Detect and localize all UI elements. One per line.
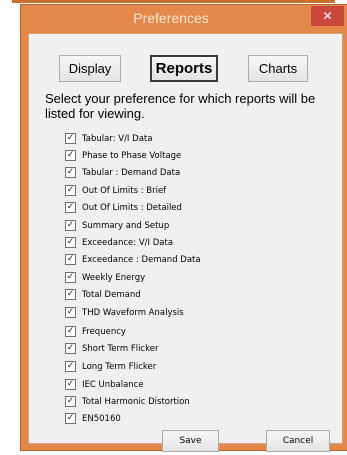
report-item-iec-unbalance[interactable]: ✓ IEC Unbalance — [65, 378, 305, 392]
dialog-title: Preferences — [133, 10, 209, 26]
instruction-text: Select your preference for which reports… — [45, 91, 316, 121]
report-label: Short Term Flicker — [82, 344, 159, 354]
checkbox[interactable]: ✓ — [65, 326, 76, 337]
cancel-button[interactable]: Cancel — [266, 430, 330, 452]
report-label: EN50160 — [82, 414, 121, 424]
report-item-total-harmonic-distortion[interactable]: ✓ Total Harmonic Distortion — [65, 395, 305, 409]
report-item-tabular-vi-data[interactable]: ✓ Tabular: V/I Data — [65, 132, 305, 146]
report-label: Exceedance: V/I Data — [82, 238, 174, 248]
report-label: Tabular: V/I Data — [82, 134, 153, 144]
report-item-tabular-demand-data[interactable]: ✓ Tabular : Demand Data — [65, 166, 305, 180]
report-label: Total Demand — [82, 290, 141, 300]
report-label: Exceedance : Demand Data — [82, 255, 201, 265]
report-item-frequency[interactable]: ✓ Frequency — [65, 325, 305, 339]
report-label: Frequency — [82, 327, 126, 337]
title-bar[interactable]: Preferences ✕ — [21, 5, 347, 33]
checkbox[interactable]: ✓ — [65, 289, 76, 300]
checkbox[interactable]: ✓ — [65, 220, 76, 231]
report-item-summary-and-setup[interactable]: ✓ Summary and Setup — [65, 219, 305, 233]
checkbox[interactable]: ✓ — [65, 343, 76, 354]
checkbox[interactable]: ✓ — [65, 202, 76, 213]
report-label: THD Waveform Analysis — [82, 308, 184, 318]
report-item-out-of-limits-detailed[interactable]: ✓ Out Of Limits : Detailed — [65, 201, 305, 215]
report-label: Weekly Energy — [82, 273, 146, 283]
report-item-thd-waveform-analysis[interactable]: ✓ THD Waveform Analysis — [65, 306, 305, 320]
report-item-total-demand[interactable]: ✓ Total Demand — [65, 288, 305, 302]
checkbox[interactable]: ✓ — [65, 254, 76, 265]
checkbox[interactable]: ✓ — [65, 361, 76, 372]
checkbox[interactable]: ✓ — [65, 133, 76, 144]
save-button[interactable]: Save — [162, 430, 219, 452]
report-label: Tabular : Demand Data — [82, 168, 181, 178]
checkbox[interactable]: ✓ — [65, 272, 76, 283]
tab-reports[interactable]: Reports — [150, 55, 218, 82]
checkbox[interactable]: ✓ — [65, 379, 76, 390]
checkbox[interactable]: ✓ — [65, 237, 76, 248]
report-label: Out Of Limits : Brief — [82, 186, 167, 196]
report-item-short-term-flicker[interactable]: ✓ Short Term Flicker — [65, 342, 305, 356]
close-button[interactable]: ✕ — [311, 6, 344, 26]
report-label: Phase to Phase Voltage — [82, 151, 182, 161]
report-item-exceedance-vi-data[interactable]: ✓ Exceedance: V/I Data — [65, 236, 305, 250]
dialog-body: Display Reports Charts Select your prefe… — [28, 33, 343, 452]
report-label: Long Term Flicker — [82, 362, 157, 372]
close-icon: ✕ — [322, 9, 333, 23]
checkbox[interactable]: ✓ — [65, 413, 76, 424]
report-item-weekly-energy[interactable]: ✓ Weekly Energy — [65, 271, 305, 285]
report-item-en50160[interactable]: ✓ EN50160 — [65, 412, 305, 426]
tab-charts[interactable]: Charts — [248, 55, 308, 82]
report-item-long-term-flicker[interactable]: ✓ Long Term Flicker — [65, 360, 305, 374]
preferences-dialog: Preferences ✕ Display Reports Charts Sel… — [20, 4, 347, 452]
checkbox[interactable]: ✓ — [65, 396, 76, 407]
report-item-out-of-limits-brief[interactable]: ✓ Out Of Limits : Brief — [65, 184, 305, 198]
report-item-exceedance-demand-data[interactable]: ✓ Exceedance : Demand Data — [65, 253, 305, 267]
report-label: IEC Unbalance — [82, 380, 144, 390]
checkbox[interactable]: ✓ — [65, 167, 76, 178]
checkbox[interactable]: ✓ — [65, 185, 76, 196]
parent-window-edge — [12, 0, 335, 3]
checkbox[interactable]: ✓ — [65, 307, 76, 318]
checkbox[interactable]: ✓ — [65, 150, 76, 161]
report-label: Total Harmonic Distortion — [82, 397, 190, 407]
report-label: Out Of Limits : Detailed — [82, 203, 182, 213]
tab-display[interactable]: Display — [59, 55, 121, 82]
report-label: Summary and Setup — [82, 221, 170, 231]
report-item-phase-to-phase-voltage[interactable]: ✓ Phase to Phase Voltage — [65, 149, 305, 163]
